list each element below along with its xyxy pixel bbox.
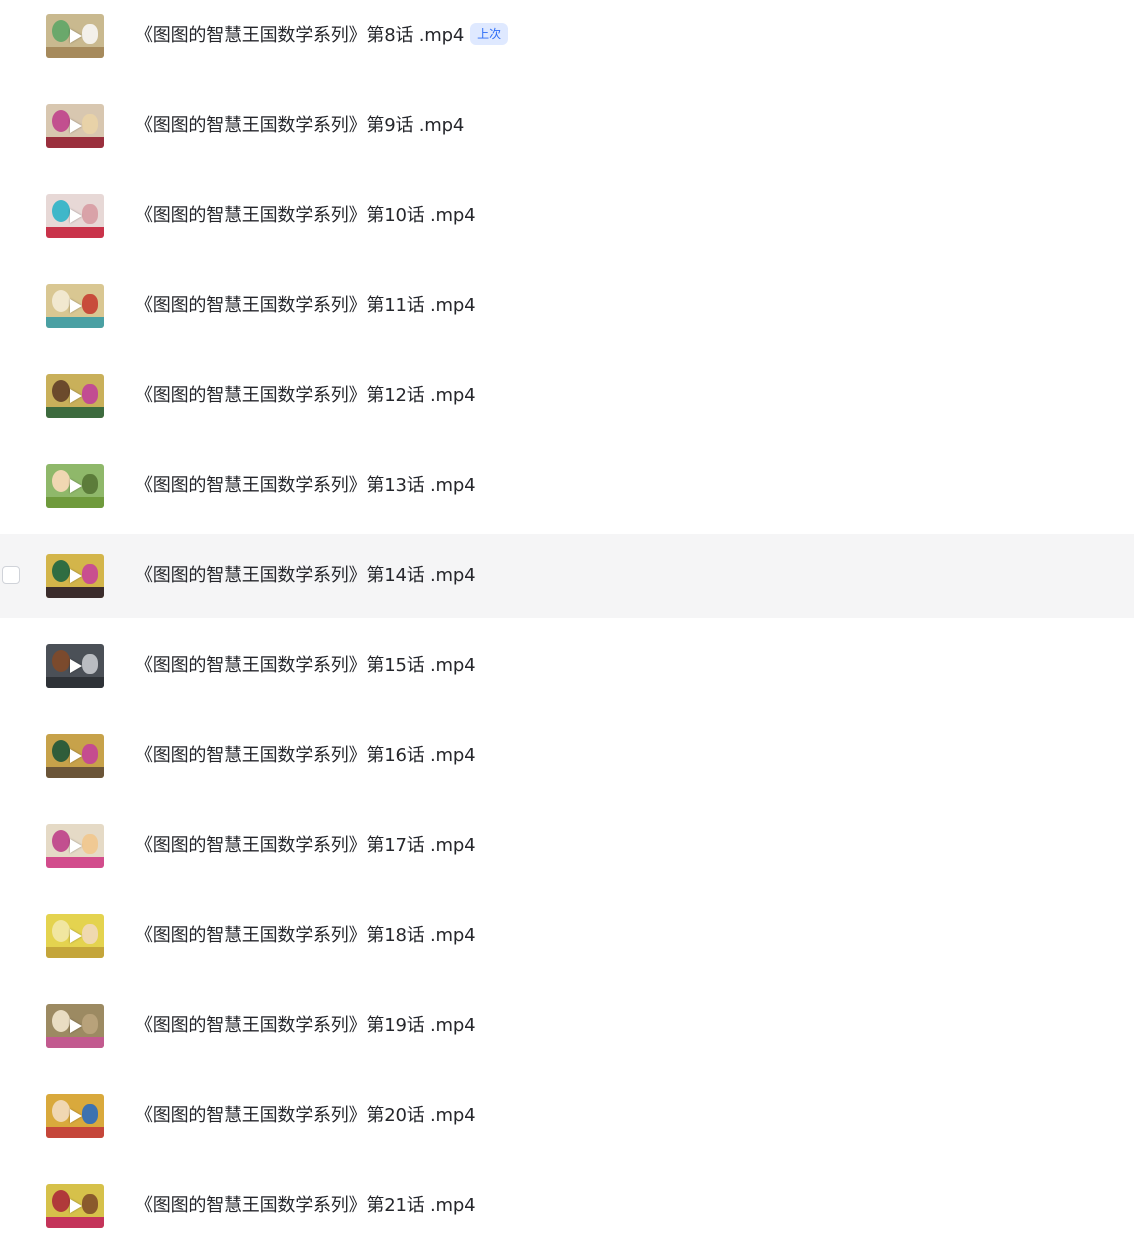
file-name-text: 《图图的智慧王国数学系列》第10话 .mp4 [135,205,476,226]
play-icon [70,209,82,223]
video-thumbnail[interactable] [46,644,104,688]
file-name[interactable]: 《图图的智慧王国数学系列》第18话 .mp4 [135,922,476,950]
file-name-text: 《图图的智慧王国数学系列》第20话 .mp4 [135,1105,476,1126]
file-name[interactable]: 《图图的智慧王国数学系列》第16话 .mp4 [135,742,476,770]
video-thumbnail[interactable] [46,14,104,58]
file-name[interactable]: 《图图的智慧王国数学系列》第20话 .mp4 [135,1102,476,1130]
last-viewed-badge: 上次 [470,23,509,45]
file-row[interactable]: 《图图的智慧王国数学系列》第16话 .mp4 [0,714,1134,798]
file-row[interactable]: 《图图的智慧王国数学系列》第11话 .mp4 [0,264,1134,348]
file-row[interactable]: 《图图的智慧王国数学系列》第9话 .mp4 [0,84,1134,168]
file-name-text: 《图图的智慧王国数学系列》第19话 .mp4 [135,1015,476,1036]
file-row[interactable]: 《图图的智慧王国数学系列》第19话 .mp4 [0,984,1134,1068]
play-icon [70,1019,82,1033]
file-name[interactable]: 《图图的智慧王国数学系列》第13话 .mp4 [135,472,476,500]
video-thumbnail[interactable] [46,1184,104,1228]
play-icon [70,659,82,673]
play-icon [70,479,82,493]
file-name-text: 《图图的智慧王国数学系列》第14话 .mp4 [135,565,476,586]
file-row[interactable]: 《图图的智慧王国数学系列》第8话 .mp4 上次 [0,0,1134,78]
video-thumbnail[interactable] [46,1004,104,1048]
video-thumbnail[interactable] [46,554,104,598]
file-row-hovered[interactable]: 《图图的智慧王国数学系列》第14话 .mp4 [0,534,1134,618]
file-name-text: 《图图的智慧王国数学系列》第11话 .mp4 [135,295,476,316]
file-name-text: 《图图的智慧王国数学系列》第15话 .mp4 [135,655,476,676]
file-name[interactable]: 《图图的智慧王国数学系列》第15话 .mp4 [135,652,476,680]
file-name-text: 《图图的智慧王国数学系列》第18话 .mp4 [135,925,476,946]
file-row[interactable]: 《图图的智慧王国数学系列》第20话 .mp4 [0,1074,1134,1158]
file-name[interactable]: 《图图的智慧王国数学系列》第21话 .mp4 [135,1192,476,1220]
file-name[interactable]: 《图图的智慧王国数学系列》第17话 .mp4 [135,832,476,860]
file-row[interactable]: 《图图的智慧王国数学系列》第15话 .mp4 [0,624,1134,708]
video-thumbnail[interactable] [46,374,104,418]
file-row[interactable]: 《图图的智慧王国数学系列》第17话 .mp4 [0,804,1134,888]
file-name[interactable]: 《图图的智慧王国数学系列》第19话 .mp4 [135,1012,476,1040]
file-row[interactable]: 《图图的智慧王国数学系列》第12话 .mp4 [0,354,1134,438]
play-icon [70,569,82,583]
play-icon [70,839,82,853]
file-name[interactable]: 《图图的智慧王国数学系列》第8话 .mp4 上次 [135,22,509,50]
video-thumbnail[interactable] [46,1094,104,1138]
file-name-text: 《图图的智慧王国数学系列》第9话 .mp4 [135,115,465,136]
file-name-text: 《图图的智慧王国数学系列》第16话 .mp4 [135,745,476,766]
file-name[interactable]: 《图图的智慧王国数学系列》第9话 .mp4 [135,112,464,140]
file-name-text: 《图图的智慧王国数学系列》第13话 .mp4 [135,475,476,496]
play-icon [70,1199,82,1213]
file-name[interactable]: 《图图的智慧王国数学系列》第11话 .mp4 [135,292,476,320]
file-name[interactable]: 《图图的智慧王国数学系列》第12话 .mp4 [135,382,476,410]
file-name-text: 《图图的智慧王国数学系列》第17话 .mp4 [135,835,476,856]
video-thumbnail[interactable] [46,734,104,778]
file-name-text: 《图图的智慧王国数学系列》第8话 .mp4 [135,25,465,46]
file-row[interactable]: 《图图的智慧王国数学系列》第18话 .mp4 [0,894,1134,978]
file-name[interactable]: 《图图的智慧王国数学系列》第14话 .mp4 [135,562,476,590]
file-name[interactable]: 《图图的智慧王国数学系列》第10话 .mp4 [135,202,476,230]
file-name-text: 《图图的智慧王国数学系列》第21话 .mp4 [135,1195,476,1216]
play-icon [70,299,82,313]
video-thumbnail[interactable] [46,824,104,868]
video-thumbnail[interactable] [46,194,104,238]
play-icon [70,749,82,763]
file-list: 《图图的智慧王国数学系列》第8话 .mp4 上次 《图图的智慧王国数学系列》第9话… [0,0,1134,1254]
play-icon [70,929,82,943]
row-checkbox[interactable] [2,566,20,584]
play-icon [70,29,82,43]
file-row[interactable]: 《图图的智慧王国数学系列》第13话 .mp4 [0,444,1134,528]
video-thumbnail[interactable] [46,104,104,148]
video-thumbnail[interactable] [46,464,104,508]
file-name-text: 《图图的智慧王国数学系列》第12话 .mp4 [135,385,476,406]
file-row[interactable]: 《图图的智慧王国数学系列》第21话 .mp4 [0,1164,1134,1248]
play-icon [70,389,82,403]
video-thumbnail[interactable] [46,284,104,328]
file-row[interactable]: 《图图的智慧王国数学系列》第10话 .mp4 [0,174,1134,258]
play-icon [70,1109,82,1123]
video-thumbnail[interactable] [46,914,104,958]
play-icon [70,119,82,133]
